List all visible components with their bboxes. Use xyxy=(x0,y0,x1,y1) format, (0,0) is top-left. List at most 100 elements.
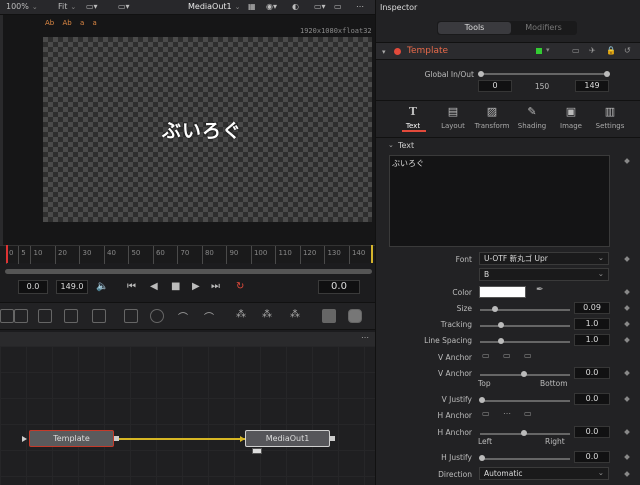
h-justify-handle[interactable] xyxy=(479,455,485,461)
size-field[interactable]: 0.09 xyxy=(574,302,610,314)
roi-icon[interactable]: ▭▾ xyxy=(314,2,326,13)
overlay-label[interactable]: a xyxy=(92,19,96,27)
line-spacing-slider[interactable] xyxy=(480,341,570,343)
go-to-start-icon[interactable]: ⏮ xyxy=(127,281,136,292)
subtab-shading[interactable]: ✎ Shading xyxy=(512,105,552,135)
particle-icon[interactable]: ⁂ xyxy=(262,309,276,323)
tab-modifiers[interactable]: Modifiers xyxy=(511,22,576,34)
tracking-slider[interactable] xyxy=(480,325,570,327)
tracking-handle[interactable] xyxy=(498,322,504,328)
v-justify-handle[interactable] xyxy=(479,397,485,403)
font-select[interactable]: U-OTF 新丸ゴ Upr xyxy=(479,252,609,265)
align-top-icon[interactable]: ▭ xyxy=(482,351,490,360)
subtab-settings[interactable]: ▥ Settings xyxy=(590,105,630,135)
tool-icon[interactable] xyxy=(0,309,14,323)
tab-tools[interactable]: Tools xyxy=(438,22,511,34)
go-to-end-icon[interactable]: ⏭ xyxy=(211,281,220,292)
polygon-mask-icon[interactable]: ⌒ xyxy=(178,309,192,324)
global-in-handle[interactable] xyxy=(478,71,484,77)
tool-icon[interactable] xyxy=(64,309,78,323)
eyedropper-icon[interactable]: ✒ xyxy=(536,285,544,295)
tool-icon[interactable] xyxy=(14,309,28,323)
render-end-marker[interactable] xyxy=(371,245,373,263)
lock-icon[interactable]: 🔒 xyxy=(606,46,616,55)
global-out-field[interactable]: 149 xyxy=(575,80,609,92)
stop-icon[interactable]: ■ xyxy=(171,281,180,292)
more-icon[interactable]: ⋯ xyxy=(356,2,364,13)
audio-icon[interactable]: 🔈 xyxy=(96,281,108,292)
output-port[interactable] xyxy=(114,436,119,441)
v-justify-slider[interactable] xyxy=(480,400,570,402)
h-anchor-field[interactable]: 0.0 xyxy=(574,426,610,438)
time-ruler[interactable]: 0 5 10 20 30 40 50 60 70 80 90 100 110 120 130 140 xyxy=(0,245,375,264)
node-mediaout[interactable]: MediaOut1 xyxy=(245,430,330,447)
output-port[interactable] xyxy=(330,436,335,441)
align-middle-icon[interactable]: ▭ xyxy=(503,351,511,360)
tool-icon[interactable] xyxy=(38,309,52,323)
particle-icon[interactable]: ⁂ xyxy=(236,309,250,323)
particle-icon[interactable]: ⁂ xyxy=(290,309,304,323)
viewer-title[interactable]: MediaOut1 xyxy=(188,2,241,13)
reset-icon[interactable]: ↺ xyxy=(624,46,631,55)
subtab-transform[interactable]: ▨ Transform xyxy=(472,105,512,135)
loop-icon[interactable]: ↻ xyxy=(236,281,244,292)
styled-text-input[interactable]: ぶいろぐ xyxy=(389,155,610,247)
h-justify-field[interactable]: 0.0 xyxy=(574,451,610,463)
view-indicator[interactable] xyxy=(252,448,262,454)
global-out-handle[interactable] xyxy=(604,71,610,77)
chevron-down-icon[interactable]: ▾ xyxy=(546,46,550,54)
time-scrollbar[interactable] xyxy=(5,269,372,274)
align-left-icon[interactable]: ▭ xyxy=(482,409,490,418)
line-spacing-field[interactable]: 1.0 xyxy=(574,334,610,346)
end-time-field[interactable]: 149.0 xyxy=(56,280,88,294)
version-icon[interactable]: ▭ xyxy=(572,46,580,55)
layout-icon[interactable]: ▭▾ xyxy=(118,2,130,13)
view-mode-icon[interactable]: ▭▾ xyxy=(86,2,98,13)
tool-icon[interactable] xyxy=(92,309,106,323)
h-justify-slider[interactable] xyxy=(480,458,570,460)
color-chip[interactable] xyxy=(536,48,542,54)
zoom-dropdown[interactable]: 100% xyxy=(6,2,38,13)
fullscreen-icon[interactable]: ▭ xyxy=(334,2,342,13)
direction-select[interactable]: Automatic xyxy=(479,467,609,480)
line-spacing-handle[interactable] xyxy=(498,338,504,344)
node-header[interactable]: ▾ Template ▾ ▭ ✈ 🔒 ↺ xyxy=(376,42,640,60)
lut-icon[interactable]: ◐ xyxy=(292,2,299,13)
3d-shape-icon[interactable] xyxy=(322,309,336,323)
ellipse-mask-icon[interactable] xyxy=(150,309,164,323)
v-anchor-field[interactable]: 0.0 xyxy=(574,367,610,379)
size-handle[interactable] xyxy=(492,306,498,312)
h-anchor-handle[interactable] xyxy=(521,430,527,436)
step-back-icon[interactable]: ◀ xyxy=(150,281,158,292)
v-justify-field[interactable]: 0.0 xyxy=(574,393,610,405)
pin-icon[interactable]: ✈ xyxy=(589,46,596,55)
playhead[interactable] xyxy=(6,245,8,263)
canvas-text[interactable]: ぶいろぐ xyxy=(162,116,242,143)
font-style-select[interactable]: B xyxy=(479,268,609,281)
3d-merge-icon[interactable] xyxy=(348,309,362,323)
fit-dropdown[interactable]: Fit xyxy=(58,2,76,13)
v-anchor-handle[interactable] xyxy=(521,371,527,377)
bspline-mask-icon[interactable]: ⌒ xyxy=(204,309,218,324)
subtab-image[interactable]: ▣ Image xyxy=(551,105,591,135)
enable-toggle[interactable] xyxy=(394,48,401,55)
overlay-label[interactable]: Ab xyxy=(62,19,71,27)
tracking-field[interactable]: 1.0 xyxy=(574,318,610,330)
align-right-icon[interactable]: ▭ xyxy=(524,409,532,418)
global-in-field[interactable]: 0 xyxy=(478,80,512,92)
node-editor[interactable] xyxy=(0,346,375,485)
current-time-field[interactable]: 0.0 xyxy=(18,280,48,294)
node-connection[interactable] xyxy=(117,438,245,440)
color-channel-icon[interactable]: ◉▾ xyxy=(266,2,277,13)
node-template[interactable]: Template xyxy=(29,430,114,447)
overlay-label[interactable]: a xyxy=(80,19,84,27)
subtab-layout[interactable]: ▤ Layout xyxy=(433,105,473,135)
collapse-icon[interactable]: ▾ xyxy=(382,48,386,56)
chevron-down-icon[interactable]: ⌄ xyxy=(388,141,394,149)
global-in-out-slider[interactable] xyxy=(480,73,608,75)
align-bottom-icon[interactable]: ▭ xyxy=(524,351,532,360)
color-swatch[interactable] xyxy=(479,286,526,298)
channels-icon[interactable]: ▦ xyxy=(248,2,256,13)
align-center-icon[interactable]: ⋯ xyxy=(503,409,511,418)
play-icon[interactable]: ▶ xyxy=(192,281,200,292)
